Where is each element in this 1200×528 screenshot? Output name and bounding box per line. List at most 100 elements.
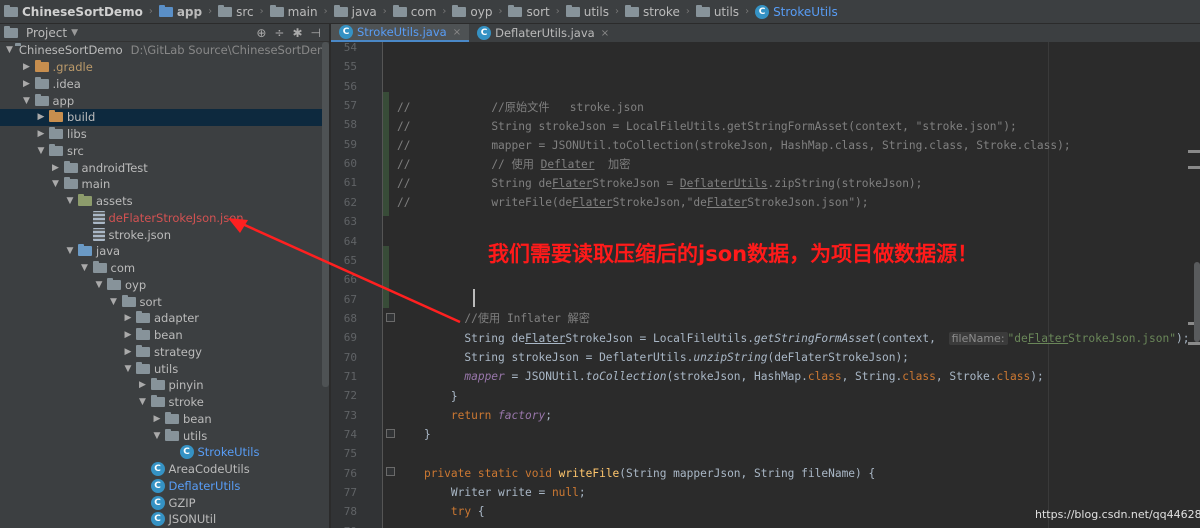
expanded-arrow-icon[interactable]: ▼ [122,364,134,374]
collapsed-arrow-icon[interactable]: ▶ [21,79,33,89]
hide-icon[interactable]: ⊣ [311,26,321,40]
tree-item[interactable]: ▼ com [0,260,322,277]
tree-item[interactable]: stroke.json [0,226,322,243]
expanded-arrow-icon[interactable]: ▼ [50,179,62,189]
tab-deflaterutils[interactable]: C DeflaterUtils.java × [469,24,617,42]
collapsed-arrow-icon[interactable]: ▶ [122,347,134,357]
tree-item[interactable]: deFlaterStrokeJson.json [0,210,322,227]
expanded-arrow-icon[interactable]: ▼ [6,45,13,55]
line-number: 75 [343,447,357,461]
tree-item[interactable]: ▼ src [0,143,322,160]
tab-strokeutils[interactable]: C StrokeUtils.java × [331,24,470,42]
tree-item[interactable]: C DeflaterUtils [0,478,322,495]
sync-icon[interactable]: ⊕ [256,26,266,40]
breadcrumb-item[interactable]: stroke [624,4,680,19]
tree-item[interactable]: C StrokeUtils [0,444,322,461]
collapsed-arrow-icon[interactable]: ▶ [35,129,47,139]
project-tree-scrollbar[interactable] [322,42,329,387]
collapsed-arrow-icon[interactable]: ▶ [137,380,149,390]
close-icon[interactable]: × [453,27,461,38]
tree-item[interactable]: C GZIP [0,494,322,511]
tree-item-label: oyp [125,277,147,292]
tree-item[interactable]: ▼ oyp [0,277,322,294]
breadcrumb-item[interactable]: ChineseSortDemo [4,4,143,19]
breadcrumb-item[interactable]: C StrokeUtils [755,4,838,19]
breadcrumb-item[interactable]: java [333,4,377,19]
expanded-arrow-icon[interactable]: ▼ [64,246,76,256]
project-view-selector[interactable]: Project [26,26,67,40]
tree-item[interactable]: ▶ bean [0,327,322,344]
collapsed-arrow-icon[interactable]: ▶ [122,330,134,340]
breadcrumb-item[interactable]: src [218,4,254,19]
line-number: 65 [343,253,357,267]
tree-item[interactable]: ▼ utils [0,360,322,377]
class-icon: C [150,478,165,493]
tree-item[interactable]: ▶ .idea [0,76,322,93]
breadcrumb-item[interactable]: app [158,4,202,19]
tree-item[interactable]: ▼ sort [0,293,322,310]
separator-icon: › [323,6,328,17]
tree-item[interactable]: ▼ assets [0,193,322,210]
expanded-arrow-icon[interactable]: ▼ [137,397,149,407]
tree-item[interactable]: ▼ java [0,243,322,260]
tree-item[interactable]: ▼ app [0,92,322,109]
code-line-73: return factory; [450,409,552,422]
expanded-arrow-icon[interactable]: ▼ [93,280,105,290]
breadcrumb-item[interactable]: main [269,4,318,19]
expanded-arrow-icon[interactable]: ▼ [21,96,33,106]
collapsed-arrow-icon[interactable]: ▶ [122,313,134,323]
error-stripe [1188,150,1200,153]
code-editor[interactable]: 54 55 56 57 58 59 60 61 62 63 64 65 66 67 68 69 70 71 72 73… [331,42,1200,528]
fold-icon[interactable] [386,313,395,322]
chevron-down-icon[interactable]: ▼ [71,28,78,38]
breadcrumb-item[interactable]: oyp [452,4,492,19]
change-marker [383,246,389,308]
code-line-72: } [450,390,458,403]
folder-icon [150,378,165,391]
tree-item-label: app [52,93,75,108]
tree-item-label: .gradle [52,60,93,75]
tree-item[interactable]: ▶ libs [0,126,322,143]
tree-item[interactable]: ▼ stroke [0,394,322,411]
folder-icon [34,60,49,73]
expanded-arrow-icon[interactable]: ▼ [35,146,47,156]
expanded-arrow-icon[interactable]: ▼ [108,297,120,307]
code-line-59: // mapper = JSONUtil.toCollection(stroke… [397,139,1071,152]
tree-item[interactable]: ▶ bean [0,411,322,428]
breadcrumb-item[interactable]: com [392,4,436,19]
tree-item[interactable]: ▶ pinyin [0,377,322,394]
code-line-74: } [423,428,431,441]
tree-item[interactable]: ▶ androidTest [0,159,322,176]
folder-icon [695,4,710,17]
right-margin-guide [1048,42,1049,528]
tree-item[interactable]: ▶ strategy [0,344,322,361]
breadcrumb-item[interactable]: sort [508,4,550,19]
fold-icon[interactable] [386,429,395,438]
breadcrumb-item[interactable]: utils [695,4,739,19]
tree-item[interactable]: ▼ main [0,176,322,193]
tree-item-label: utils [183,428,208,443]
editor-scrollbar[interactable] [1194,262,1200,342]
expanded-arrow-icon[interactable]: ▼ [151,431,163,441]
gear-icon[interactable]: ✱ [292,26,302,40]
tree-item[interactable]: ▶ adapter [0,310,322,327]
collapse-icon[interactable]: ÷ [274,26,284,40]
fold-icon[interactable] [386,467,395,476]
collapsed-arrow-icon[interactable]: ▶ [35,112,47,122]
tree-item[interactable]: ▶ build [0,109,322,126]
tree-item[interactable]: ▼ ChineseSortDemo D:\GitLab Source\Chinese… [0,42,329,59]
collapsed-arrow-icon[interactable]: ▶ [21,62,33,72]
folder-icon [624,4,639,17]
navigation-breadcrumb: ChineseSortDemo › app › src › main › java › com › oy… [0,0,1200,24]
tree-item[interactable]: ▼ utils [0,427,322,444]
close-icon[interactable]: × [601,28,609,39]
collapsed-arrow-icon[interactable]: ▶ [50,163,62,173]
tree-item[interactable]: C AreaCodeUtils [0,461,322,478]
tree-item[interactable]: ▶ .gradle [0,59,322,76]
folder-icon [34,93,49,106]
collapsed-arrow-icon[interactable]: ▶ [151,414,163,424]
breadcrumb-item[interactable]: utils [565,4,609,19]
expanded-arrow-icon[interactable]: ▼ [64,196,76,206]
tree-item[interactable]: C JSONUtil [0,511,322,528]
expanded-arrow-icon[interactable]: ▼ [79,263,91,273]
